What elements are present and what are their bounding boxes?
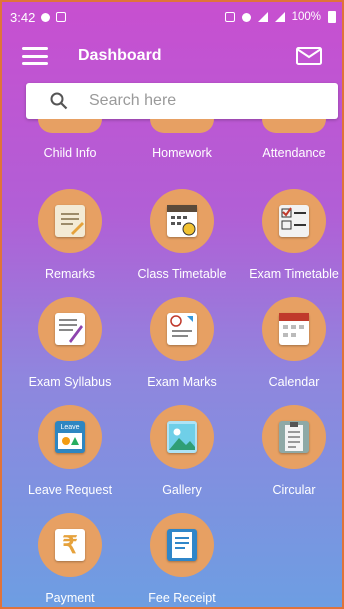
- tile-leave-request[interactable]: Leave Leave Request: [10, 405, 130, 497]
- signal-2-icon: [274, 12, 285, 22]
- tile-gallery[interactable]: Gallery: [122, 405, 242, 497]
- circular-icon: [279, 421, 309, 453]
- remarks-icon: [55, 205, 85, 237]
- tile-payment[interactable]: ₹ Payment: [10, 513, 130, 605]
- nfc-icon: [224, 12, 235, 22]
- tile-calendar[interactable]: Calendar: [234, 297, 344, 389]
- app-notification-icon: [56, 12, 67, 22]
- class-timetable-icon: [167, 205, 197, 237]
- search-bar[interactable]: [26, 83, 338, 119]
- battery-percent: 100%: [291, 11, 321, 23]
- tile-label: Homework: [152, 146, 212, 160]
- leave-request-icon: Leave: [55, 421, 85, 453]
- leave-badge: Leave: [60, 424, 80, 431]
- notification-icon: [41, 12, 51, 22]
- tile-remarks[interactable]: Remarks: [10, 189, 130, 281]
- child-info-icon: [38, 119, 102, 133]
- calendar-icon: [279, 313, 309, 345]
- exam-marks-icon: [167, 313, 197, 345]
- tile-label: Fee Receipt: [148, 591, 216, 605]
- dashboard-grid: Child Info Homework Attendance Remarks C…: [0, 119, 344, 609]
- exam-timetable-icon: [279, 205, 309, 237]
- tile-label: Attendance: [262, 146, 326, 160]
- tile-label: Circular: [272, 483, 316, 497]
- tile-attendance[interactable]: Attendance: [234, 119, 344, 160]
- tile-label: Calendar: [268, 375, 320, 389]
- status-time: 3:42: [10, 9, 36, 25]
- signal-icon: [257, 12, 268, 22]
- mail-icon[interactable]: [296, 47, 322, 65]
- page-title: Dashboard: [78, 47, 162, 64]
- tile-exam-syllabus[interactable]: Exam Syllabus: [10, 297, 130, 389]
- rupee-glyph: ₹: [62, 531, 78, 559]
- tile-label: Exam Syllabus: [28, 375, 112, 389]
- hamburger-icon[interactable]: [22, 47, 48, 65]
- tile-exam-timetable[interactable]: Exam Timetable: [234, 189, 344, 281]
- app-bar: Dashboard: [0, 34, 344, 78]
- tile-label: Class Timetable: [137, 267, 227, 281]
- tile-child-info[interactable]: Child Info: [10, 119, 130, 160]
- status-bar: 3:42 100%: [0, 0, 344, 34]
- tile-label: Leave Request: [27, 483, 113, 497]
- tile-fee-receipt[interactable]: Fee Receipt: [122, 513, 242, 605]
- tile-class-timetable[interactable]: Class Timetable: [122, 189, 242, 281]
- payment-icon: ₹: [55, 529, 85, 561]
- homework-icon: [150, 119, 214, 133]
- tile-homework[interactable]: Homework: [122, 119, 242, 160]
- tile-label: Exam Marks: [147, 375, 217, 389]
- hotspot-icon: [241, 12, 251, 22]
- battery-icon: [328, 11, 336, 23]
- tile-label: Child Info: [43, 146, 97, 160]
- gallery-icon: [167, 421, 197, 453]
- tile-label: Exam Timetable: [249, 267, 339, 281]
- tile-circular[interactable]: Circular: [234, 405, 344, 497]
- fee-receipt-icon: [167, 529, 197, 561]
- search-icon: [50, 92, 68, 110]
- tile-label: Gallery: [162, 483, 202, 497]
- attendance-icon: [262, 119, 326, 133]
- tile-exam-marks[interactable]: Exam Marks: [122, 297, 242, 389]
- exam-syllabus-icon: [55, 313, 85, 345]
- tile-label: Remarks: [44, 267, 95, 281]
- tile-label: Payment: [45, 591, 95, 605]
- search-input[interactable]: [87, 91, 311, 111]
